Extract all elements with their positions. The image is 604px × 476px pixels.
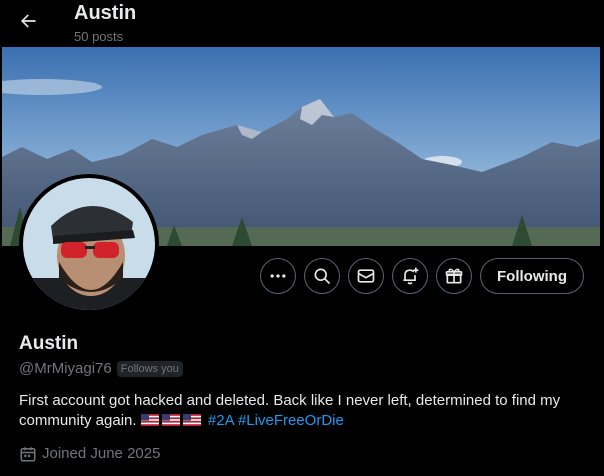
post-count: 50 posts [74,29,124,44]
joined-text: Joined June 2025 [42,445,161,462]
hashtag-link[interactable]: #2A [208,412,234,429]
arrow-left-icon [21,14,36,28]
search-button[interactable] [304,258,340,294]
more-button[interactable] [260,258,296,294]
us-flag-icon [140,414,159,426]
message-icon [357,269,375,283]
profile-name: Austin [19,333,79,354]
notify-button[interactable] [392,258,428,294]
back-button[interactable] [12,5,44,37]
gift-button[interactable] [436,258,472,294]
profile-header: Austin 50 posts [0,0,604,47]
gift-icon [445,268,463,284]
avatar[interactable] [19,174,159,314]
follows-you-badge: Follows you [116,361,183,377]
search-icon [314,268,331,285]
message-button[interactable] [348,258,384,294]
hashtag-link[interactable]: #LiveFreeOrDie [238,412,344,429]
us-flag-icon [182,414,201,426]
following-button[interactable]: Following [480,258,584,294]
calendar-icon [20,447,36,462]
header-title: Austin [74,2,137,24]
profile-handle: @MrMiyagi76 [19,360,112,377]
handle-row: @MrMiyagi76 Follows you [19,359,183,379]
profile-bio: First account got hacked and deleted. Ba… [19,391,589,431]
us-flag-icon [161,414,180,426]
notification-plus-icon [403,267,419,285]
more-icon [270,274,286,278]
avatar-image [23,178,155,310]
joined-date: Joined June 2025 [19,444,160,464]
